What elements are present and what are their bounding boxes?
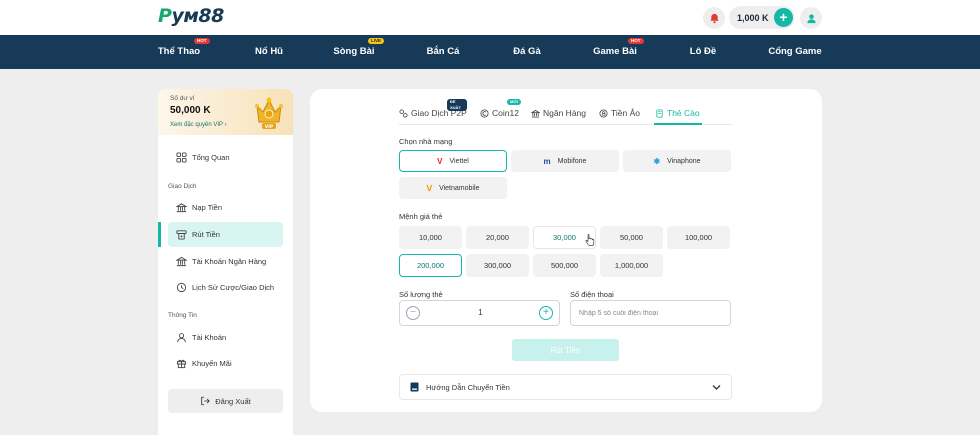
carrier-option-vietnamobile[interactable]: ᐯ Vietnamobile bbox=[399, 177, 507, 199]
denomination-option[interactable]: 100,000 bbox=[667, 226, 730, 249]
user-icon bbox=[177, 333, 186, 343]
user-icon bbox=[806, 13, 816, 23]
denomination-option[interactable]: 10,000 bbox=[399, 226, 462, 249]
site-logo[interactable]: Pум88 bbox=[158, 5, 224, 27]
nav-no-hu[interactable]: Nổ Hũ bbox=[238, 35, 300, 69]
tab-coin12[interactable]: Coin12 MỚI bbox=[480, 99, 521, 120]
wallet-balance-card: Số dư ví 50,000 K Xem đặc quyền VIP › VI… bbox=[158, 89, 293, 135]
vip-privileges-link[interactable]: Xem đặc quyền VIP › bbox=[170, 122, 227, 128]
tab-bank[interactable]: Ngân Hàng bbox=[531, 106, 586, 120]
sidebar-item-label: Tổng Quan bbox=[192, 153, 230, 162]
bank-deposit-icon bbox=[176, 203, 187, 213]
nav-badge-live: LIVE bbox=[368, 38, 385, 44]
wallet-balance-label: Số dư ví bbox=[170, 95, 195, 102]
quantity-decrease-button[interactable]: − bbox=[406, 306, 420, 320]
transfer-guide-accordion[interactable]: Hướng Dẫn Chuyển Tiền bbox=[399, 374, 732, 400]
grid-icon bbox=[176, 152, 187, 163]
crypto-icon bbox=[599, 108, 608, 118]
user-menu-button[interactable] bbox=[800, 7, 822, 29]
nav-da-ga[interactable]: Đá Gà bbox=[496, 35, 558, 69]
svg-text:VIP: VIP bbox=[265, 124, 274, 130]
wallet-balance-value: 50,000 K bbox=[170, 105, 211, 116]
tab-scratch-card[interactable]: Thẻ Cào bbox=[655, 106, 700, 120]
document-icon bbox=[410, 382, 419, 392]
quantity-value: 1 bbox=[478, 308, 483, 317]
gift-icon bbox=[176, 359, 187, 369]
sidebar-item-label: Khuyến Mãi bbox=[192, 359, 232, 368]
withdraw-panel: Giao Dịch P2P ĐỀ XUẤT Coin12 MỚI Ngân Hà… bbox=[310, 89, 822, 412]
quantity-label: Số lượng thẻ bbox=[399, 290, 443, 299]
nav-badge-hot: HOT bbox=[194, 38, 210, 44]
notification-button[interactable] bbox=[703, 7, 725, 29]
sidebar-group-info: Thông Tin bbox=[168, 312, 197, 319]
denomination-option[interactable]: 50,000 bbox=[600, 226, 663, 249]
tab-crypto[interactable]: Tiền Ảo bbox=[599, 106, 640, 120]
quantity-increase-button[interactable]: + bbox=[539, 306, 553, 320]
withdraw-icon bbox=[176, 230, 187, 240]
main-nav: Thể Thao HOT Nổ Hũ Sòng Bài LIVE Bắn Cá … bbox=[0, 35, 980, 69]
bell-icon bbox=[709, 13, 719, 23]
mouse-cursor-icon bbox=[585, 234, 595, 246]
sidebar-item-deposit[interactable]: Nạp Tiền bbox=[168, 195, 283, 220]
viettel-logo-icon: V bbox=[437, 156, 443, 166]
header-balance[interactable]: 1,000 K + bbox=[729, 6, 795, 29]
sidebar-item-account[interactable]: Tài Khoản bbox=[168, 325, 283, 350]
carrier-option-viettel[interactable]: V Viettel bbox=[399, 150, 507, 172]
sidebar-item-label: Nạp Tiền bbox=[192, 203, 223, 212]
active-tab-underline bbox=[654, 123, 702, 125]
denomination-option[interactable]: 300,000 bbox=[466, 254, 529, 277]
tab-badge-recommended: ĐỀ XUẤT bbox=[447, 99, 467, 111]
sidebar-item-label: Rút Tiền bbox=[192, 230, 220, 239]
coin-icon bbox=[480, 108, 489, 118]
denomination-option[interactable]: 20,000 bbox=[466, 226, 529, 249]
carrier-option-mobifone[interactable]: m Mobifone bbox=[511, 150, 619, 172]
vinaphone-logo-icon: ✱ bbox=[653, 156, 661, 166]
phone-last5-input[interactable] bbox=[570, 300, 731, 326]
top-header: Pум88 1,000 K + bbox=[0, 0, 980, 35]
sidebar-item-label: Tài Khoản Ngân Hàng bbox=[192, 257, 267, 266]
sidebar-item-bank-account[interactable]: Tài Khoản Ngân Hàng bbox=[168, 249, 283, 274]
nav-lo-de[interactable]: Lô Đề bbox=[672, 35, 734, 69]
carrier-label: Chọn nhà mạng bbox=[399, 137, 453, 146]
vip-crown-icon: VIP bbox=[255, 97, 283, 130]
withdraw-submit-button[interactable]: Rút Tiền bbox=[512, 339, 619, 361]
history-icon bbox=[176, 282, 187, 293]
active-indicator bbox=[158, 222, 161, 247]
carrier-option-vinaphone[interactable]: ✱ Vinaphone bbox=[623, 150, 731, 172]
denomination-option[interactable]: 500,000 bbox=[533, 254, 596, 277]
tab-badge-new: MỚI bbox=[507, 99, 521, 105]
sidebar-item-label: Tài Khoản bbox=[192, 333, 227, 342]
tab-p2p[interactable]: Giao Dịch P2P ĐỀ XUẤT bbox=[399, 99, 467, 120]
sidebar-item-label: Lịch Sử Cược/Giao Dịch bbox=[192, 283, 275, 292]
nav-badge-hot: HOT bbox=[628, 38, 644, 44]
sidebar-item-promotions[interactable]: Khuyến Mãi bbox=[168, 351, 283, 376]
header-balance-value: 1,000 K bbox=[737, 12, 769, 23]
bank-icon bbox=[176, 256, 187, 267]
phone-label: Số điện thoại bbox=[570, 290, 614, 299]
sidebar-item-history[interactable]: Lịch Sử Cược/Giao Dịch bbox=[168, 275, 283, 300]
bank-icon bbox=[531, 109, 540, 118]
sidebar-item-withdraw[interactable]: Rút Tiền bbox=[168, 222, 283, 247]
logout-button[interactable]: Đăng Xuất bbox=[168, 389, 283, 413]
p2p-icon bbox=[399, 108, 408, 118]
card-icon bbox=[656, 108, 663, 118]
denomination-label: Mệnh giá thẻ bbox=[399, 212, 443, 221]
vietnamobile-logo-icon: ᐯ bbox=[426, 183, 433, 193]
transfer-guide-label: Hướng Dẫn Chuyển Tiền bbox=[426, 382, 510, 392]
nav-cong-game[interactable]: Cổng Game bbox=[762, 35, 828, 69]
deposit-plus-button[interactable]: + bbox=[774, 8, 793, 27]
account-sidebar: Số dư ví 50,000 K Xem đặc quyền VIP › VI… bbox=[158, 89, 293, 435]
quantity-stepper: 1 − + bbox=[399, 300, 560, 326]
denomination-option-selected[interactable]: 200,000 bbox=[399, 254, 462, 277]
logout-icon bbox=[201, 396, 211, 406]
chevron-down-icon bbox=[712, 385, 721, 390]
nav-ban-ca[interactable]: Bắn Cá bbox=[412, 35, 474, 69]
sidebar-item-overview[interactable]: Tổng Quan bbox=[168, 145, 283, 170]
denomination-option[interactable]: 1,000,000 bbox=[600, 254, 663, 277]
sidebar-group-transactions: Giao Dịch bbox=[168, 183, 197, 190]
mobifone-logo-icon: m bbox=[543, 156, 551, 166]
